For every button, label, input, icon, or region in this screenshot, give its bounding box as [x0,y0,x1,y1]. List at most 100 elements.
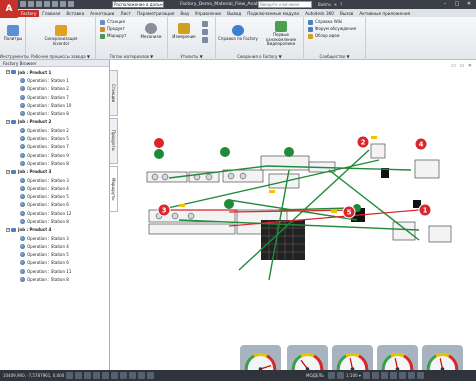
station-marker-icon[interactable] [154,149,164,159]
tree-job-row[interactable]: − Job : Product 3 [0,168,109,176]
tab-0[interactable]: Factory [18,10,40,17]
isolate-icon[interactable] [389,372,397,379]
tree-operation-row[interactable]: Operation : Station 5 [0,134,109,142]
forum-button[interactable]: Форум обсуждения [308,26,356,32]
dyn-icon[interactable] [129,372,136,379]
workspace-icon[interactable] [362,372,370,379]
osnap-icon[interactable] [102,372,109,379]
station-marker-icon[interactable] [284,147,294,157]
tree-operation-row[interactable]: Operation : Station 8 [0,159,109,167]
save-as-icon[interactable] [44,1,50,7]
tab-8[interactable]: Вывод [224,10,244,17]
transparency-icon[interactable] [147,372,154,379]
app-logo[interactable]: A [0,0,18,18]
numbered-pin-icon[interactable]: 4 [414,137,428,151]
station-button[interactable]: Станция [100,19,125,25]
exchange-icon[interactable]: ✕ [334,1,337,8]
tree-operation-row[interactable]: Operation : Station 6 [0,201,109,209]
tree-job-row[interactable]: − Job : Product 4 [0,226,109,234]
polar-icon[interactable] [93,372,100,379]
otrack-icon[interactable] [111,372,118,379]
tab-9[interactable]: Подключаемые модули [244,10,302,17]
tab-stations[interactable]: Станции [110,70,118,116]
tab-10[interactable]: Autodesk 360 [302,10,337,17]
tree-operation-row[interactable]: Operation : Station 11 [0,267,109,275]
machine-block[interactable] [428,225,452,243]
tab-11[interactable]: Вызов [337,10,356,17]
signin-link[interactable]: Войти [318,1,331,8]
customize-icon[interactable] [407,372,415,379]
tree-operation-row[interactable]: Operation : Station 5 [0,251,109,259]
tree-operation-row[interactable]: Operation : Station 12 [0,209,109,217]
tree-operation-row[interactable]: Operation : Station 8 [0,217,109,225]
clean-screen-icon[interactable] [398,372,406,379]
mechanism-button[interactable]: Механизм [138,23,164,40]
collapse-toggle-icon[interactable]: − [6,227,10,232]
flow-line[interactable] [328,169,420,241]
help-icon[interactable]: ? [340,1,342,8]
numbered-pin-icon[interactable]: 3 [157,203,171,217]
station-marker-icon[interactable] [154,138,164,148]
tree-operation-row[interactable]: Operation : Station 8 [0,275,109,283]
tab-3[interactable]: Аннотации [87,10,117,17]
tree-operation-row[interactable]: Operation : Station 8 [0,109,109,117]
tab-6[interactable]: Вид [177,10,192,17]
close-icon[interactable]: ✕ [464,1,474,8]
menu-icon[interactable] [416,372,424,379]
numbered-pin-icon[interactable]: 1 [418,203,432,217]
tree-operation-row[interactable]: Operation : Station 7 [0,143,109,151]
utility-tool-icon[interactable] [202,37,208,43]
tree-job-row[interactable]: − Job : Product 2 [0,118,109,126]
tree-operation-row[interactable]: Operation : Station 2 [0,126,109,134]
conveyor-block[interactable] [148,223,236,235]
grid-icon[interactable] [75,372,82,379]
numbered-pin-icon[interactable]: 2 [356,135,370,149]
collapse-toggle-icon[interactable]: − [6,70,10,75]
numbered-pin-icon[interactable]: 5 [342,205,356,219]
open-icon[interactable] [28,1,34,7]
tree-operation-row[interactable]: Operation : Station 2 [0,85,109,93]
lock-icon[interactable] [371,372,379,379]
measure-button[interactable]: Измерение [170,23,198,40]
lineweight-icon[interactable] [138,372,145,379]
tab-5[interactable]: Параметризация [134,10,177,17]
tab-1[interactable]: Главная [39,10,63,17]
tab-12[interactable]: Активные приложения [356,10,413,17]
save-icon[interactable] [36,1,42,7]
tab-routes[interactable]: Маршруты [110,166,118,212]
tree-operation-row[interactable]: Operation : Station 5 [0,192,109,200]
tree-operation-row[interactable]: Operation : Station 1 [0,76,109,84]
wiki-help-button[interactable]: Справка Wiki [308,19,342,25]
utility-tool-icon[interactable] [202,21,208,27]
palettes-button[interactable]: Палитры [3,25,23,42]
search-input[interactable]: Введите ключевое слово/фразу [258,1,312,12]
collapse-toggle-icon[interactable]: − [6,119,10,124]
station-marker-icon[interactable] [224,199,234,209]
tab-4[interactable]: Лист [117,10,134,17]
collapse-toggle-icon[interactable]: − [6,169,10,174]
tree-operation-row[interactable]: Operation : Station 4 [0,242,109,250]
ducs-icon[interactable] [120,372,127,379]
print-icon[interactable] [52,1,58,7]
layout-icon[interactable] [328,372,336,379]
tree-operation-row[interactable]: Operation : Station 10 [0,101,109,109]
getting-started-videos-button[interactable]: Первые ознакомление Видеоролики [260,21,302,47]
factory-help-button[interactable]: Справка по Factory [218,25,258,42]
utility-tool-icon[interactable] [202,29,208,35]
tab-2[interactable]: Вставка [63,10,87,17]
minimize-icon[interactable]: – [440,1,450,8]
ideas-button[interactable]: Обзор идеи [308,33,339,39]
tree-operation-row[interactable]: Operation : Station 4 [0,184,109,192]
machine-block[interactable] [370,143,386,159]
station-block[interactable] [260,155,310,171]
storage-rack[interactable] [261,220,305,260]
machine-block[interactable] [392,221,416,241]
tree-operation-row[interactable]: Operation : Station 3 [0,176,109,184]
tree-job-row[interactable]: − Job : Product 1 [0,68,109,76]
annotation-scale[interactable]: 1:100 ▾ [346,373,361,378]
hardware-icon[interactable] [380,372,388,379]
tab-7[interactable]: Управление [192,10,224,17]
tree-operation-row[interactable]: Operation : Station 3 [0,234,109,242]
redo-icon[interactable] [68,1,74,7]
snap-icon[interactable] [66,372,73,379]
